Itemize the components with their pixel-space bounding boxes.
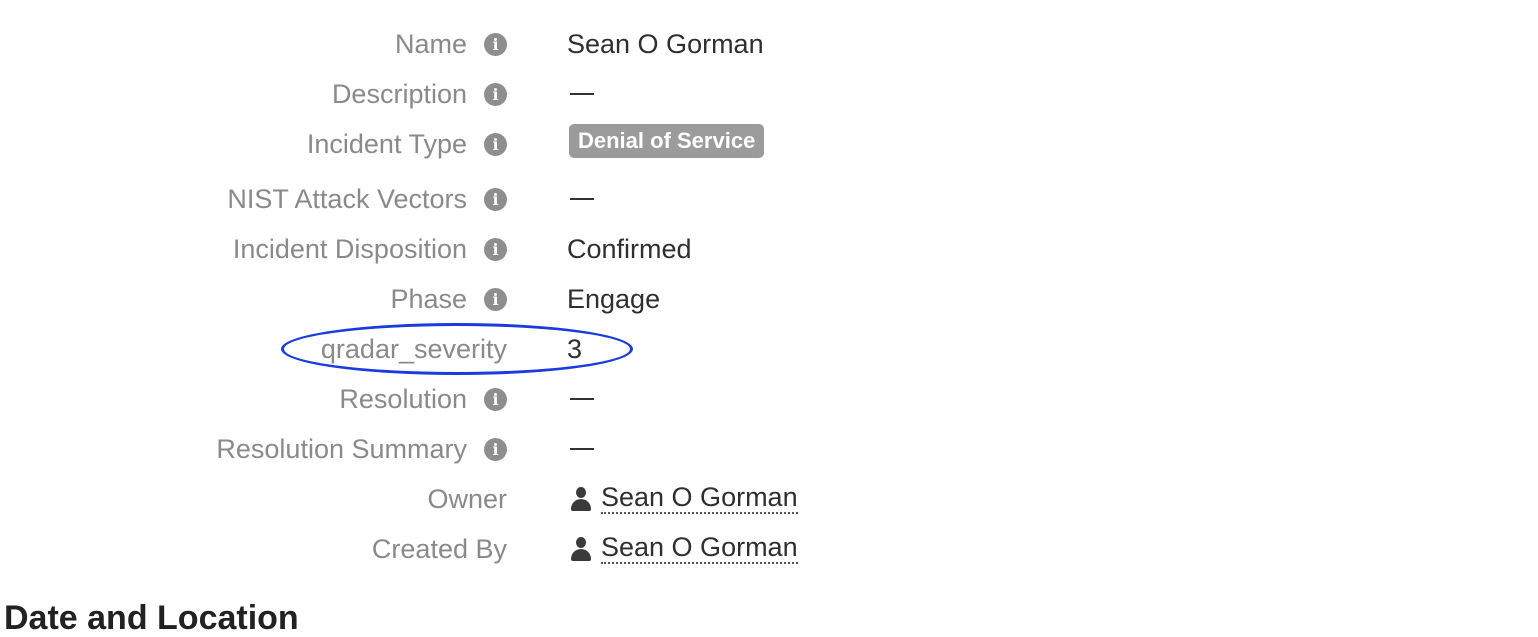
info-icon[interactable]: i	[484, 237, 507, 261]
empty-value-dash	[570, 398, 594, 400]
field-row-incident-type: Incident Type i Denial of Service	[0, 119, 1538, 174]
info-icon[interactable]: i	[484, 387, 507, 411]
field-label-resolution-summary: Resolution Summary	[216, 433, 467, 464]
empty-value-dash	[570, 93, 594, 95]
info-icon[interactable]: i	[484, 32, 507, 56]
info-icon[interactable]: i	[484, 82, 507, 106]
field-label-phase: Phase	[390, 283, 467, 314]
field-label-description: Description	[331, 78, 467, 109]
field-row-created-by: Created By Sean O Gorman	[0, 524, 1538, 574]
field-value-phase: Engage	[567, 283, 661, 314]
field-row-nist-attack-vectors: NIST Attack Vectors i	[0, 174, 1538, 224]
section-title-date-location: Date and Location	[4, 599, 299, 637]
info-icon[interactable]: i	[484, 287, 507, 311]
user-icon	[571, 537, 591, 561]
user-icon	[571, 487, 591, 511]
field-label-incident-type: Incident Type	[306, 128, 467, 159]
field-label-resolution: Resolution	[339, 383, 467, 414]
field-value-name: Sean O Gorman	[567, 28, 764, 59]
field-label-incident-disposition: Incident Disposition	[232, 233, 467, 264]
field-label-nist-attack-vectors: NIST Attack Vectors	[227, 183, 467, 214]
field-row-description: Description i	[0, 69, 1538, 119]
info-icon[interactable]: i	[484, 187, 507, 211]
owner-user-link[interactable]: Sean O Gorman	[601, 484, 798, 514]
field-row-name: Name i Sean O Gorman	[0, 19, 1538, 69]
field-label-qradar-severity: qradar_severity	[320, 333, 507, 364]
field-row-resolution: Resolution i	[0, 374, 1538, 424]
field-value-incident-disposition: Confirmed	[567, 233, 692, 264]
empty-value-dash	[570, 448, 594, 450]
info-icon[interactable]: i	[484, 437, 507, 461]
info-icon[interactable]: i	[484, 132, 507, 156]
field-label-name: Name	[394, 28, 467, 59]
field-row-resolution-summary: Resolution Summary i	[0, 424, 1538, 474]
empty-value-dash	[570, 198, 594, 200]
incident-type-badge: Denial of Service	[569, 124, 765, 158]
field-row-incident-disposition: Incident Disposition i Confirmed	[0, 224, 1538, 274]
field-row-phase: Phase i Engage	[0, 274, 1538, 324]
incident-fields: Name i Sean O Gorman Description i Incid…	[0, 19, 1538, 574]
field-label-owner: Owner	[427, 483, 507, 514]
field-row-qradar-severity: qradar_severity 3	[0, 324, 1538, 374]
created-by-user-link[interactable]: Sean O Gorman	[601, 534, 798, 564]
field-value-qradar-severity: 3	[567, 333, 583, 364]
field-label-created-by: Created By	[371, 533, 507, 564]
field-row-owner: Owner Sean O Gorman	[0, 474, 1538, 524]
